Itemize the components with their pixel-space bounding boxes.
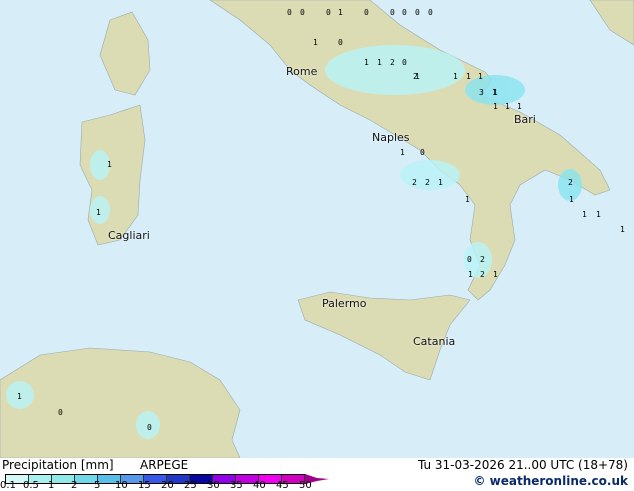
- precip-value: 0: [420, 148, 425, 157]
- precip-value: 0: [300, 8, 305, 17]
- precip-value: 0: [467, 255, 472, 264]
- precip-value: 2: [568, 178, 573, 187]
- model-name: ARPEGE: [140, 458, 189, 472]
- colorbar-tick: 1: [48, 480, 55, 491]
- city-label-bari: Bari: [514, 113, 536, 126]
- precip-value: 0: [390, 8, 395, 17]
- precip-value: 0: [58, 408, 63, 417]
- precip-value: 1: [364, 58, 369, 67]
- precip-value: 0: [364, 8, 369, 17]
- precip-value: 0: [147, 423, 152, 432]
- precip-value: 0: [428, 8, 433, 17]
- colorbar-tick: 50: [299, 480, 312, 491]
- precip-value: 0: [402, 58, 407, 67]
- precip-value: 1: [478, 72, 483, 81]
- precip-value: 1: [465, 195, 470, 204]
- precip-value: 1: [493, 270, 498, 279]
- precip-value: 1: [438, 178, 443, 187]
- precip-value: 1: [493, 102, 498, 111]
- precip-value: 1: [582, 210, 587, 219]
- precip-value: 2: [425, 178, 430, 187]
- colorbar-tick: 0.1: [0, 480, 16, 491]
- colorbar-tick: 45: [276, 480, 289, 491]
- colorbar-tick: 2: [71, 480, 78, 491]
- colorbar-tick: 30: [207, 480, 220, 491]
- precip-value: 0: [287, 8, 292, 17]
- precip-value: 1: [313, 38, 318, 47]
- precip-value: 2: [480, 255, 485, 264]
- precip-value: 1: [17, 392, 22, 401]
- precip-value: 0: [402, 8, 407, 17]
- colorbar-tick: 35: [230, 480, 243, 491]
- precip-value: 2: [412, 178, 417, 187]
- city-label-naples: Naples: [372, 131, 410, 144]
- colorbar-tick: 15: [138, 480, 151, 491]
- precip-value: 1: [338, 8, 343, 17]
- city-label-catania: Catania: [413, 335, 456, 348]
- city-label-palermo: Palermo: [322, 297, 367, 310]
- precip-value: 1: [453, 72, 458, 81]
- colorbar-tick: 20: [161, 480, 174, 491]
- precip-value: 2: [413, 72, 418, 81]
- precip-value: 1: [400, 148, 405, 157]
- city-label-cagliari: Cagliari: [108, 229, 150, 242]
- precip-value: 0: [338, 38, 343, 47]
- precip-value: 3: [479, 88, 484, 97]
- precip-value: 1: [569, 195, 574, 204]
- colorbar-tick: 0.5: [23, 480, 39, 491]
- datetime: Tu 31-03-2026 21..00 UTC (18+78): [417, 458, 628, 472]
- legend-title: Precipitation [mm]: [2, 458, 114, 472]
- precip-value: 1: [466, 72, 471, 81]
- precip-value: 0: [415, 8, 420, 17]
- precip-value: 1: [517, 102, 522, 111]
- precip-value: 0: [326, 8, 331, 17]
- copyright-link[interactable]: © weatheronline.co.uk: [473, 474, 628, 488]
- precip-value: 1: [468, 270, 473, 279]
- precip-value: 1: [107, 160, 112, 169]
- city-label-rome: Rome: [286, 65, 318, 78]
- precip-value: 1: [620, 225, 625, 234]
- colorbar-tick: 40: [253, 480, 266, 491]
- colorbar-tick: 25: [184, 480, 197, 491]
- precip-value: 1: [505, 102, 510, 111]
- precip-value: 1: [377, 58, 382, 67]
- precip-value: 1: [493, 88, 498, 97]
- colorbar-tick: 10: [115, 480, 128, 491]
- precip-value: 2: [390, 58, 395, 67]
- colorbar-tick: 5: [94, 480, 101, 491]
- precip-value: 1: [596, 210, 601, 219]
- precip-value: 1: [96, 208, 101, 217]
- precip-value: 2: [480, 270, 485, 279]
